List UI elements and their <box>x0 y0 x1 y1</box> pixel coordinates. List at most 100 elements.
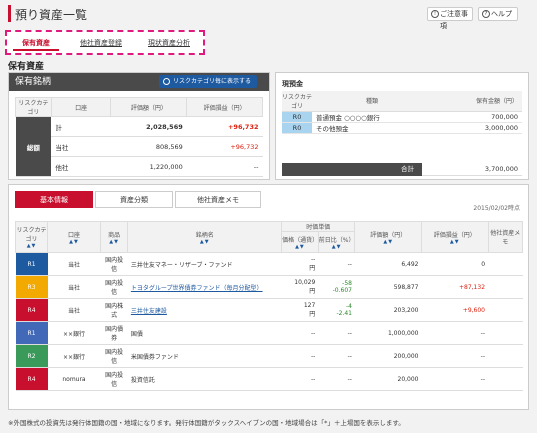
col-change: 前日比（%） ▲▼ <box>317 231 356 253</box>
risk-code-cell: R1 <box>15 252 48 276</box>
value-cell: 808,569 <box>110 136 187 157</box>
price-cell-line: 円 <box>309 311 316 318</box>
account-cell: nomura <box>47 367 101 391</box>
col-risk-label: リスクカテゴリ <box>16 227 47 243</box>
col-account: 口座 ▲▼ <box>47 221 101 253</box>
holdings-summary-title: 保有銘柄 <box>15 77 52 87</box>
account-cell: 計 <box>51 116 111 137</box>
table-row: R3 当社 国内投信 トヨタグループ世界債券ファンド（毎月分配型） 10,029 円 -58… <box>15 275 523 299</box>
col-market-group: 时価単価 <box>281 221 356 232</box>
col-name-label: 銘柄名 <box>195 231 214 239</box>
type-cell: 普通預金 ○○○○銀行 <box>312 111 432 123</box>
change-cell-line: -0.607 <box>332 287 352 294</box>
col-type: 種類 <box>312 91 432 112</box>
tab-asset-analysis[interactable]: 現状資産分析 <box>139 36 199 51</box>
section-title: 保有資産 <box>8 62 45 72</box>
change-cell: -- <box>318 321 355 345</box>
tab-other-asset-memo[interactable]: 他社資産メモ <box>175 191 261 208</box>
sort-arrows[interactable]: ▲▼ <box>355 239 421 245</box>
col-account: 口座 <box>50 97 112 117</box>
pl-cell: +9,600 <box>421 298 489 322</box>
price-cell-line: -- <box>310 256 316 263</box>
holdings-summary-table: リスクカテゴリ 口座 評価額（円） 評価損益（円） 総額 計 2,028,569… <box>15 97 263 177</box>
price-cell: -- <box>281 367 319 391</box>
price-cell-line: -- <box>310 329 316 337</box>
price-cell-line: 10,029 <box>294 279 316 286</box>
other-memo-cell <box>488 298 523 322</box>
risk-code-cell: R4 <box>15 367 48 391</box>
price-cell-line: 円 <box>309 288 316 295</box>
account-cell: 当社 <box>47 252 101 276</box>
deposits-total: 合計 3,700,000 <box>282 163 522 176</box>
col-pl-label: 評価損益（円） <box>433 231 476 239</box>
other-memo-cell <box>488 344 523 368</box>
risk-code-cell: R2 <box>15 344 48 368</box>
sort-arrows[interactable]: ▲▼ <box>101 239 128 245</box>
price-cell: -- <box>281 321 319 345</box>
notes-button[interactable]: ! ご注意事項 <box>427 7 473 30</box>
pl-cell: -- <box>421 367 489 391</box>
amount-cell: 3,000,000 <box>432 122 522 134</box>
other-memo-cell <box>488 321 523 345</box>
col-product-label: 商品 <box>108 231 121 239</box>
product-cell: 国内投信 <box>100 344 128 368</box>
col-account-label: 口座 <box>67 231 80 239</box>
change-cell-line: -- <box>347 329 352 337</box>
col-other-memo: 他社資産メモ <box>487 221 524 253</box>
holdings-detail-panel: 基本情報 資産分類 他社資産メモ 2015/02/02時点 リスクカテゴリ ▲▼… <box>8 184 529 410</box>
name-cell[interactable]: 三井住友建設 <box>127 298 282 322</box>
value-cell: 200,000 <box>354 344 422 368</box>
sort-arrows[interactable]: ▲▼ <box>48 239 100 245</box>
account-cell: ××銀行 <box>47 344 101 368</box>
sort-arrows[interactable]: ▲▼ <box>16 243 47 249</box>
deposits-panel: 現預金 リスクカテゴリ 種類 保有金額（円） R0 普通預金 ○○○○銀行 70… <box>275 72 529 180</box>
account-cell: 当社 <box>47 298 101 322</box>
tab-holdings[interactable]: 保有資産 <box>13 36 59 51</box>
group-label: 総額 <box>15 116 52 177</box>
name-cell: 三井住友マネー・リザーブ・ファンド <box>127 252 282 276</box>
col-risk-category: リスクカテゴリ ▲▼ <box>14 221 49 253</box>
col-name: 銘柄名 ▲▼ <box>127 221 283 253</box>
tab-other-assets-register[interactable]: 他社資産登録 <box>71 36 131 51</box>
help-button-label: ヘルプ <box>491 10 512 18</box>
sort-arrows[interactable]: ▲▼ <box>319 244 355 250</box>
product-cell: 国内債券 <box>100 321 128 345</box>
tab-basic-info[interactable]: 基本情報 <box>15 191 93 208</box>
price-cell-line: -- <box>310 375 316 383</box>
sort-arrows[interactable]: ▲▼ <box>128 239 281 245</box>
col-value: 評価額（円） ▲▼ <box>354 221 422 253</box>
search-icon <box>162 78 170 85</box>
price-cell: -- <box>281 344 319 368</box>
product-cell: 国内投信 <box>100 252 128 276</box>
sort-arrows[interactable]: ▲▼ <box>282 244 318 250</box>
exclamation-icon: ! <box>431 10 439 18</box>
price-cell: 10,029 円 <box>281 275 319 299</box>
col-pl: 評価損益（円） <box>186 97 263 117</box>
value-cell: 598,877 <box>354 275 422 299</box>
other-memo-cell <box>488 367 523 391</box>
sort-arrows[interactable]: ▲▼ <box>422 239 488 245</box>
change-cell-line: -- <box>347 375 352 383</box>
risk-code-cell: R0 <box>282 111 312 123</box>
other-memo-cell <box>488 275 523 299</box>
pl-cell: -- <box>421 321 489 345</box>
value-cell: 1,000,000 <box>354 321 422 345</box>
risk-code-cell: R4 <box>15 298 48 322</box>
risk-code-cell: R1 <box>15 321 48 345</box>
risk-category-button[interactable]: リスクカテゴリ毎に表示する <box>158 75 257 88</box>
type-cell: その他預金 <box>312 122 432 134</box>
change-cell-line: -- <box>347 260 352 268</box>
name-cell[interactable]: トヨタグループ世界債券ファンド（毎月分配型） <box>127 275 282 299</box>
change-cell: -- <box>318 344 355 368</box>
col-amount: 保有金額（円） <box>432 91 522 112</box>
price-cell-line: 円 <box>309 265 316 272</box>
col-product: 商品 ▲▼ <box>99 221 129 253</box>
tab-asset-classification[interactable]: 資産分類 <box>95 191 173 208</box>
total-label: 合計 <box>282 163 422 176</box>
table-row: R4 nomura 国内投信 投資信託 -- -- 20,000 -- <box>15 367 523 391</box>
help-button[interactable]: ? ヘルプ <box>478 7 518 21</box>
col-price: 価格（通貨） ▲▼ <box>281 231 319 253</box>
pl-cell: +96,732 <box>186 116 263 137</box>
col-change-label: 前日比（%） <box>318 236 355 244</box>
price-cell-line: 127 <box>303 302 316 309</box>
